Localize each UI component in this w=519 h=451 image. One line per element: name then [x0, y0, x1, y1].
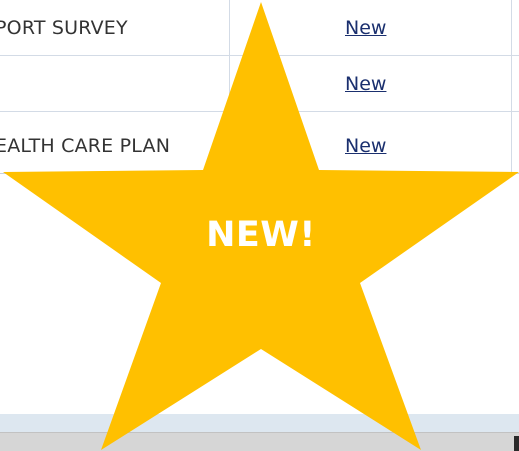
- new-badge-label: NEW!: [206, 215, 316, 255]
